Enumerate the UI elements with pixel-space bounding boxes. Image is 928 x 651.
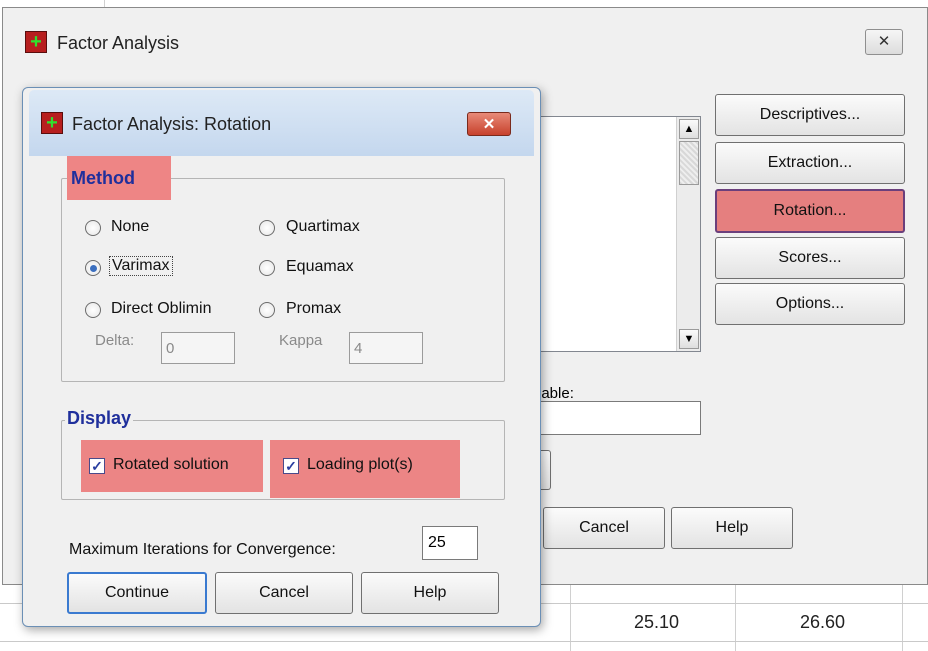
max-iterations-input[interactable]: 25 bbox=[422, 526, 478, 560]
max-iterations-label: Maximum Iterations for Convergence: bbox=[69, 541, 336, 558]
grid-line bbox=[0, 641, 928, 642]
direct-oblimin-radio[interactable] bbox=[85, 302, 101, 318]
rotation-button[interactable]: Rotation... bbox=[715, 189, 905, 233]
app-icon: + bbox=[25, 31, 47, 53]
main-cancel-button[interactable]: Cancel bbox=[543, 507, 665, 549]
sheet-cell[interactable]: 26.60 bbox=[800, 612, 845, 633]
kappa-input[interactable]: 4 bbox=[349, 332, 423, 364]
varimax-radio[interactable] bbox=[85, 260, 101, 276]
rotation-help-button[interactable]: Help bbox=[361, 572, 499, 614]
rotation-dialog: + Factor Analysis: Rotation ✕ Method Non… bbox=[22, 87, 541, 627]
method-legend: Method bbox=[67, 156, 171, 200]
delta-input[interactable]: 0 bbox=[161, 332, 235, 364]
equamax-radio[interactable] bbox=[259, 260, 275, 276]
quartimax-radio[interactable] bbox=[259, 220, 275, 236]
main-close-button[interactable]: ✕ bbox=[865, 29, 903, 55]
loading-plots-label[interactable]: Loading plot(s) bbox=[307, 456, 413, 474]
none-label[interactable]: None bbox=[111, 218, 149, 236]
loading-plots-checkbox[interactable]: ✓ bbox=[283, 458, 299, 474]
rotated-solution-checkbox[interactable]: ✓ bbox=[89, 458, 105, 474]
quartimax-label[interactable]: Quartimax bbox=[286, 218, 360, 236]
variable-label: iable: bbox=[538, 385, 574, 402]
none-radio[interactable] bbox=[85, 220, 101, 236]
scroll-thumb[interactable] bbox=[679, 141, 699, 185]
promax-radio[interactable] bbox=[259, 302, 275, 318]
main-help-button[interactable]: Help bbox=[671, 507, 793, 549]
descriptives-button[interactable]: Descriptives... bbox=[715, 94, 905, 136]
listbox-scrollbar[interactable]: ▲ ▼ bbox=[676, 117, 700, 351]
sheet-cell[interactable]: 25.10 bbox=[634, 612, 679, 633]
main-title-bar: + Factor Analysis ✕ bbox=[3, 8, 927, 72]
delta-label: Delta: bbox=[95, 332, 135, 349]
varimax-label[interactable]: Varimax bbox=[109, 256, 173, 276]
direct-oblimin-label[interactable]: Direct Oblimin bbox=[111, 300, 211, 318]
rotation-dialog-title: Factor Analysis: Rotation bbox=[72, 114, 272, 134]
method-group bbox=[61, 178, 505, 382]
promax-label[interactable]: Promax bbox=[286, 300, 341, 318]
rotation-close-button[interactable]: ✕ bbox=[467, 112, 511, 136]
display-legend: Display bbox=[65, 408, 134, 429]
equamax-label[interactable]: Equamax bbox=[286, 258, 354, 276]
variables-listbox[interactable]: ▲ ▼ bbox=[523, 116, 701, 352]
selection-variable-field[interactable] bbox=[523, 401, 701, 435]
kappa-label: Kappa bbox=[279, 332, 323, 349]
scroll-down-icon[interactable]: ▼ bbox=[679, 329, 699, 349]
scores-button[interactable]: Scores... bbox=[715, 237, 905, 279]
rotation-app-icon: + bbox=[41, 112, 63, 134]
rotated-solution-label[interactable]: Rotated solution bbox=[113, 456, 229, 474]
options-button[interactable]: Options... bbox=[715, 283, 905, 325]
scroll-up-icon[interactable]: ▲ bbox=[679, 119, 699, 139]
grid-line bbox=[104, 0, 105, 7]
main-dialog-title: Factor Analysis bbox=[57, 33, 180, 53]
rotation-dialog-body: Method None Quartimax Varimax Equamax Di… bbox=[29, 156, 534, 622]
continue-button[interactable]: Continue bbox=[67, 572, 207, 614]
rotation-title-bar: + Factor Analysis: Rotation ✕ bbox=[29, 90, 534, 156]
rotation-cancel-button[interactable]: Cancel bbox=[215, 572, 353, 614]
extraction-button[interactable]: Extraction... bbox=[715, 142, 905, 184]
